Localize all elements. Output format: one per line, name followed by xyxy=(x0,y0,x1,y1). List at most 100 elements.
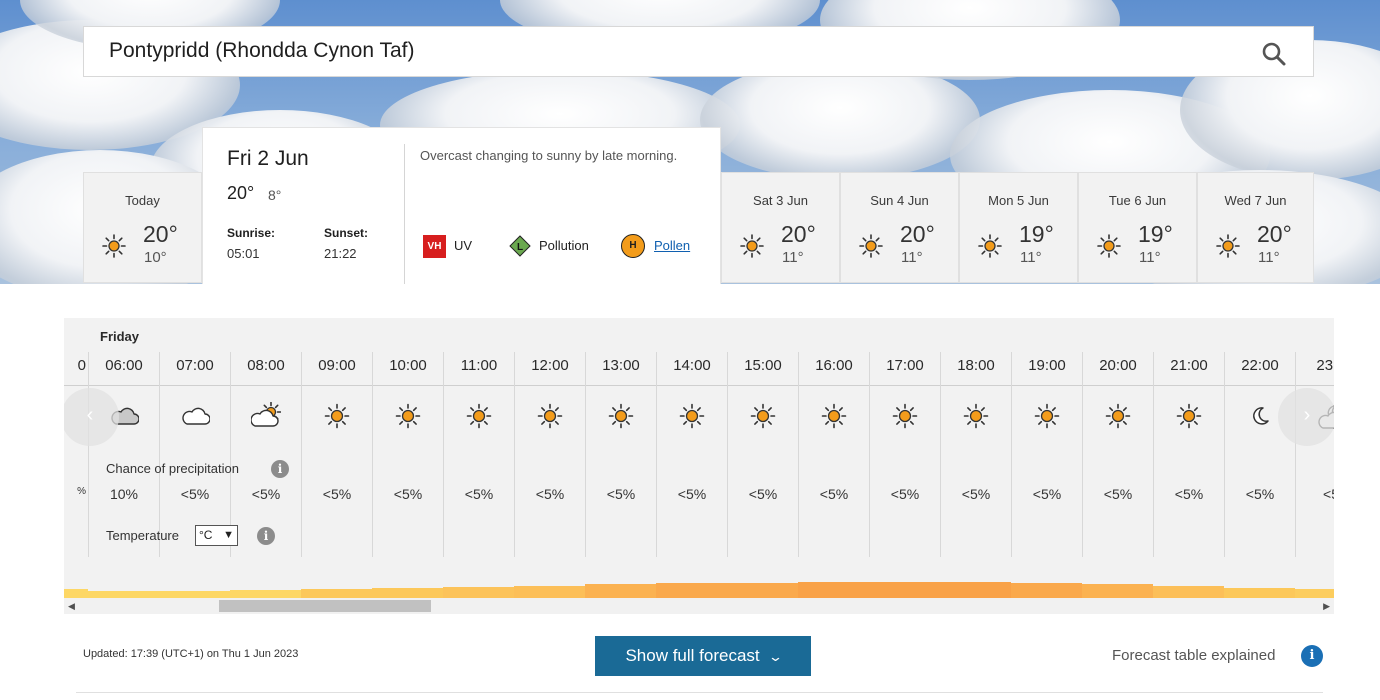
temperature-unit-select[interactable]: °C ▼ xyxy=(195,525,238,546)
hourly-column: 18:00 <5% xyxy=(940,352,1011,557)
day-tab-label: Mon 5 Jun xyxy=(988,193,1049,208)
sun-icon xyxy=(608,403,634,429)
day-tab[interactable]: Sun 4 Jun 20° 11° xyxy=(840,172,959,283)
hour-precip: <5% xyxy=(1174,486,1204,502)
day-tab-label: Today xyxy=(125,193,160,208)
hourly-column: 16:00 <5% xyxy=(798,352,869,557)
sun-icon xyxy=(740,234,764,258)
hour-precip: <5% xyxy=(606,486,636,502)
day-tab-max-temp: 20° xyxy=(781,221,816,247)
day-tab[interactable]: Wed 7 Jun 20° 11° xyxy=(1197,172,1314,283)
chevron-right-icon: › xyxy=(1303,404,1311,426)
hourly-column: 15:00 <5% xyxy=(727,352,798,557)
hour-precip: <5% xyxy=(677,486,707,502)
search-icon[interactable] xyxy=(1261,41,1287,67)
hour-precip: <5% xyxy=(251,486,281,502)
day-tab-max-temp: 19° xyxy=(1138,221,1173,247)
sun-icon xyxy=(821,403,847,429)
hour-time: 20:00 xyxy=(1099,357,1137,374)
scrollbar-left-arrow-icon[interactable]: ◀ xyxy=(68,601,75,612)
day-tab-min-temp: 11° xyxy=(1139,249,1161,266)
hour-precip: <5% xyxy=(890,486,920,502)
hour-precip: <5 xyxy=(1323,486,1334,502)
uv-badge: VH xyxy=(423,235,446,258)
day-tab-label: Sun 4 Jun xyxy=(870,193,929,208)
day-tab-max-temp: 20° xyxy=(900,221,935,247)
day-tab-label: Tue 6 Jun xyxy=(1108,193,1167,208)
location-search-value[interactable]: Pontypridd (Rhondda Cynon Taf) xyxy=(109,39,414,63)
pollen-link[interactable]: Pollen xyxy=(654,238,690,253)
forecast-table-info-icon[interactable]: i xyxy=(1301,645,1323,667)
hourly-column: 22:00 <5% xyxy=(1224,352,1295,557)
sun-icon xyxy=(892,403,918,429)
day-tab[interactable]: Sat 3 Jun 20° 11° xyxy=(721,172,840,283)
day-tab-min-temp: 11° xyxy=(901,249,923,266)
hourly-column: 23:0 <5 xyxy=(1295,352,1334,557)
selected-day-min-temp: 8° xyxy=(268,187,282,203)
scroll-right-button[interactable]: › xyxy=(1278,388,1334,446)
bottom-divider xyxy=(76,692,1323,693)
sun-cloud-icon xyxy=(251,402,281,427)
hour-precip: <5% xyxy=(961,486,991,502)
sunrise-time: 05:01 xyxy=(227,246,260,261)
scrollbar-right-arrow-icon[interactable]: ▶ xyxy=(1323,601,1330,612)
sun-icon xyxy=(395,403,421,429)
day-tab-today[interactable]: Today 20° 10° xyxy=(83,172,202,283)
chevron-down-icon: ⌄ xyxy=(767,649,783,664)
selected-day-max-temp: 20° xyxy=(227,183,255,203)
chevron-left-icon: ‹ xyxy=(86,404,94,426)
hourly-column: 19:00 <5% xyxy=(1011,352,1082,557)
temperature-info-icon[interactable]: i xyxy=(257,527,275,545)
scrollbar-thumb[interactable] xyxy=(219,600,431,612)
sun-icon xyxy=(963,403,989,429)
hour-precip: <5% xyxy=(464,486,494,502)
sun-icon xyxy=(102,234,126,258)
hourly-column-partial: 0% xyxy=(64,352,88,557)
selected-day-date: Fri 2 Jun xyxy=(227,147,309,170)
hour-time: 11:00 xyxy=(460,357,498,374)
day-summary: Overcast changing to sunny by late morni… xyxy=(420,148,678,163)
show-full-forecast-button[interactable]: Show full forecast ⌄ xyxy=(595,636,811,676)
day-tab-min-temp: 11° xyxy=(1020,249,1042,266)
hour-time: 14:00 xyxy=(673,357,711,374)
sunset-time: 21:22 xyxy=(324,246,357,261)
hourly-column: 10:00 <5% xyxy=(372,352,443,557)
day-tab[interactable]: Tue 6 Jun 19° 11° xyxy=(1078,172,1197,283)
sun-icon xyxy=(1216,234,1240,258)
temperature-label: Temperature xyxy=(106,528,179,543)
precipitation-info-icon[interactable]: i xyxy=(271,460,289,478)
hour-precip: <5% xyxy=(819,486,849,502)
hour-time: 18:00 xyxy=(957,357,995,374)
hour-time: 17:00 xyxy=(886,357,924,374)
sun-icon xyxy=(1097,234,1121,258)
hourly-column: 09:00 <5% xyxy=(301,352,372,557)
hour-precip: <5% xyxy=(322,486,352,502)
sun-icon xyxy=(466,403,492,429)
hourly-forecast-table: Friday 10°10°11°12°13°14°15°17°18°18°19°… xyxy=(64,318,1334,614)
selected-day-panel: Fri 2 Jun 20° 8° Sunrise: 05:01 Sunset: … xyxy=(202,127,721,284)
uv-label: UV xyxy=(454,238,473,253)
horizontal-scrollbar[interactable]: ◀ ▶ xyxy=(64,598,1334,614)
hour-time: 0 xyxy=(77,357,86,374)
hour-time: 08:00 xyxy=(247,357,285,374)
sun-icon xyxy=(1105,403,1131,429)
location-search-field[interactable]: Pontypridd (Rhondda Cynon Taf) xyxy=(83,26,1314,77)
hourly-column: 14:00 <5% xyxy=(656,352,727,557)
hour-time: 13:00 xyxy=(602,357,640,374)
hourly-column: 21:00 <5% xyxy=(1153,352,1224,557)
hour-time: 12:00 xyxy=(531,357,569,374)
hour-time: 15:00 xyxy=(744,357,782,374)
hourly-column: 13:00 <5% xyxy=(585,352,656,557)
hourly-column: 17:00 <5% xyxy=(869,352,940,557)
hourly-column: 20:00 <5% xyxy=(1082,352,1153,557)
day-tab-max-temp: 20° xyxy=(143,221,178,247)
day-tab-max-temp: 19° xyxy=(1019,221,1054,247)
sky-background: Pontypridd (Rhondda Cynon Taf) Today 20°… xyxy=(0,0,1380,284)
forecast-table-explained-link[interactable]: Forecast table explained xyxy=(1112,647,1275,664)
hour-precip: <5% xyxy=(180,486,210,502)
pollution-badge-letter: L xyxy=(517,242,523,253)
cloud-icon xyxy=(182,407,210,425)
sun-icon xyxy=(1034,403,1060,429)
chevron-down-icon: ▼ xyxy=(223,529,234,541)
day-tab[interactable]: Mon 5 Jun 19° 11° xyxy=(959,172,1078,283)
